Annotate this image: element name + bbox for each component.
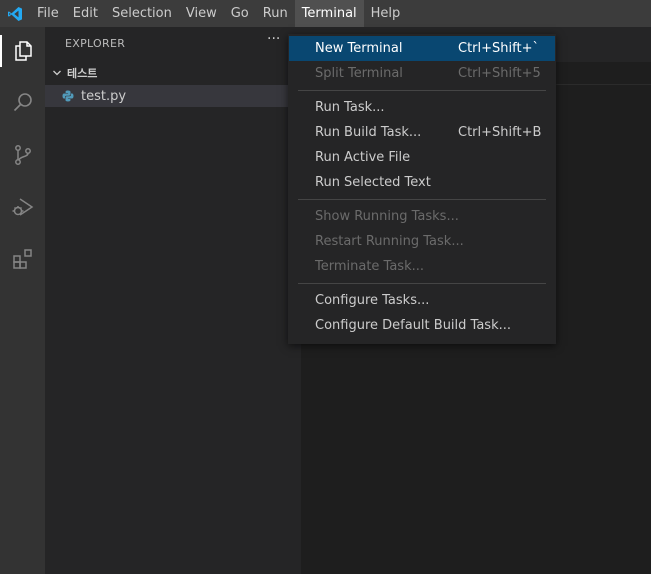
source-control-icon[interactable] — [0, 135, 45, 175]
menu-item-configure-default-build-task[interactable]: Configure Default Build Task... — [289, 313, 555, 338]
menu-item-label: Terminate Task... — [315, 259, 425, 274]
menu-item-label: New Terminal — [315, 41, 403, 56]
menu-item-shortcut: Ctrl+Shift+` — [458, 41, 539, 56]
folder-name: 테스트 — [67, 67, 98, 80]
menu-item-label: Run Active File — [315, 150, 411, 165]
explorer-icon[interactable] — [0, 31, 45, 71]
menu-item-shortcut: Ctrl+Shift+5 — [458, 66, 541, 81]
menu-item-configure-tasks[interactable]: Configure Tasks... — [289, 288, 555, 313]
menu-item-new-terminal[interactable]: New Terminal Ctrl+Shift+` — [289, 36, 555, 61]
terminal-menu-dropdown: New Terminal Ctrl+Shift+` Split Terminal… — [288, 34, 556, 344]
menu-item-label: Show Running Tasks... — [315, 209, 459, 224]
menu-run[interactable]: Run — [256, 0, 295, 27]
python-file-icon — [61, 89, 75, 103]
menu-help[interactable]: Help — [364, 0, 408, 27]
vscode-logo-icon — [0, 0, 30, 27]
menu-separator — [298, 283, 546, 284]
menu-item-label: Configure Default Build Task... — [315, 318, 511, 333]
menu-item-run-selected-text[interactable]: Run Selected Text — [289, 170, 555, 195]
explorer-sidebar: EXPLORER ··· 테스트 test.py — [45, 27, 301, 574]
menu-item-label: Configure Tasks... — [315, 293, 430, 308]
run-debug-icon[interactable] — [0, 187, 45, 227]
more-actions-icon[interactable]: ··· — [267, 31, 280, 47]
menu-item-label: Run Task... — [315, 100, 385, 115]
chevron-down-icon — [47, 68, 67, 78]
menu-edit[interactable]: Edit — [66, 0, 105, 27]
menu-item-label: Run Selected Text — [315, 175, 431, 190]
sidebar-title: EXPLORER — [65, 37, 126, 50]
folder-row[interactable]: 테스트 — [45, 63, 301, 83]
menu-item-label: Restart Running Task... — [315, 234, 464, 249]
menu-item-shortcut: Ctrl+Shift+B — [458, 125, 542, 140]
menu-item-split-terminal: Split Terminal Ctrl+Shift+5 — [289, 61, 555, 86]
menu-item-label: Split Terminal — [315, 66, 403, 81]
menu-item-run-task[interactable]: Run Task... — [289, 95, 555, 120]
menu-item-run-active-file[interactable]: Run Active File — [289, 145, 555, 170]
menu-item-run-build-task[interactable]: Run Build Task... Ctrl+Shift+B — [289, 120, 555, 145]
menu-item-label: Run Build Task... — [315, 125, 422, 140]
file-item[interactable]: test.py — [45, 85, 301, 107]
menu-item-restart-running-task: Restart Running Task... — [289, 229, 555, 254]
menu-item-terminate-task: Terminate Task... — [289, 254, 555, 279]
menu-bar: File Edit Selection View Go Run Terminal… — [30, 0, 407, 27]
menu-selection[interactable]: Selection — [105, 0, 179, 27]
menu-view[interactable]: View — [179, 0, 224, 27]
search-icon[interactable] — [0, 83, 45, 123]
title-bar: File Edit Selection View Go Run Terminal… — [0, 0, 651, 27]
menu-file[interactable]: File — [30, 0, 66, 27]
activity-bar — [0, 27, 45, 574]
menu-go[interactable]: Go — [224, 0, 256, 27]
extensions-icon[interactable] — [0, 239, 45, 279]
file-name: test.py — [81, 88, 127, 104]
menu-item-show-running-tasks: Show Running Tasks... — [289, 204, 555, 229]
menu-separator — [298, 199, 546, 200]
menu-terminal[interactable]: Terminal — [294, 0, 364, 27]
menu-separator — [298, 90, 546, 91]
